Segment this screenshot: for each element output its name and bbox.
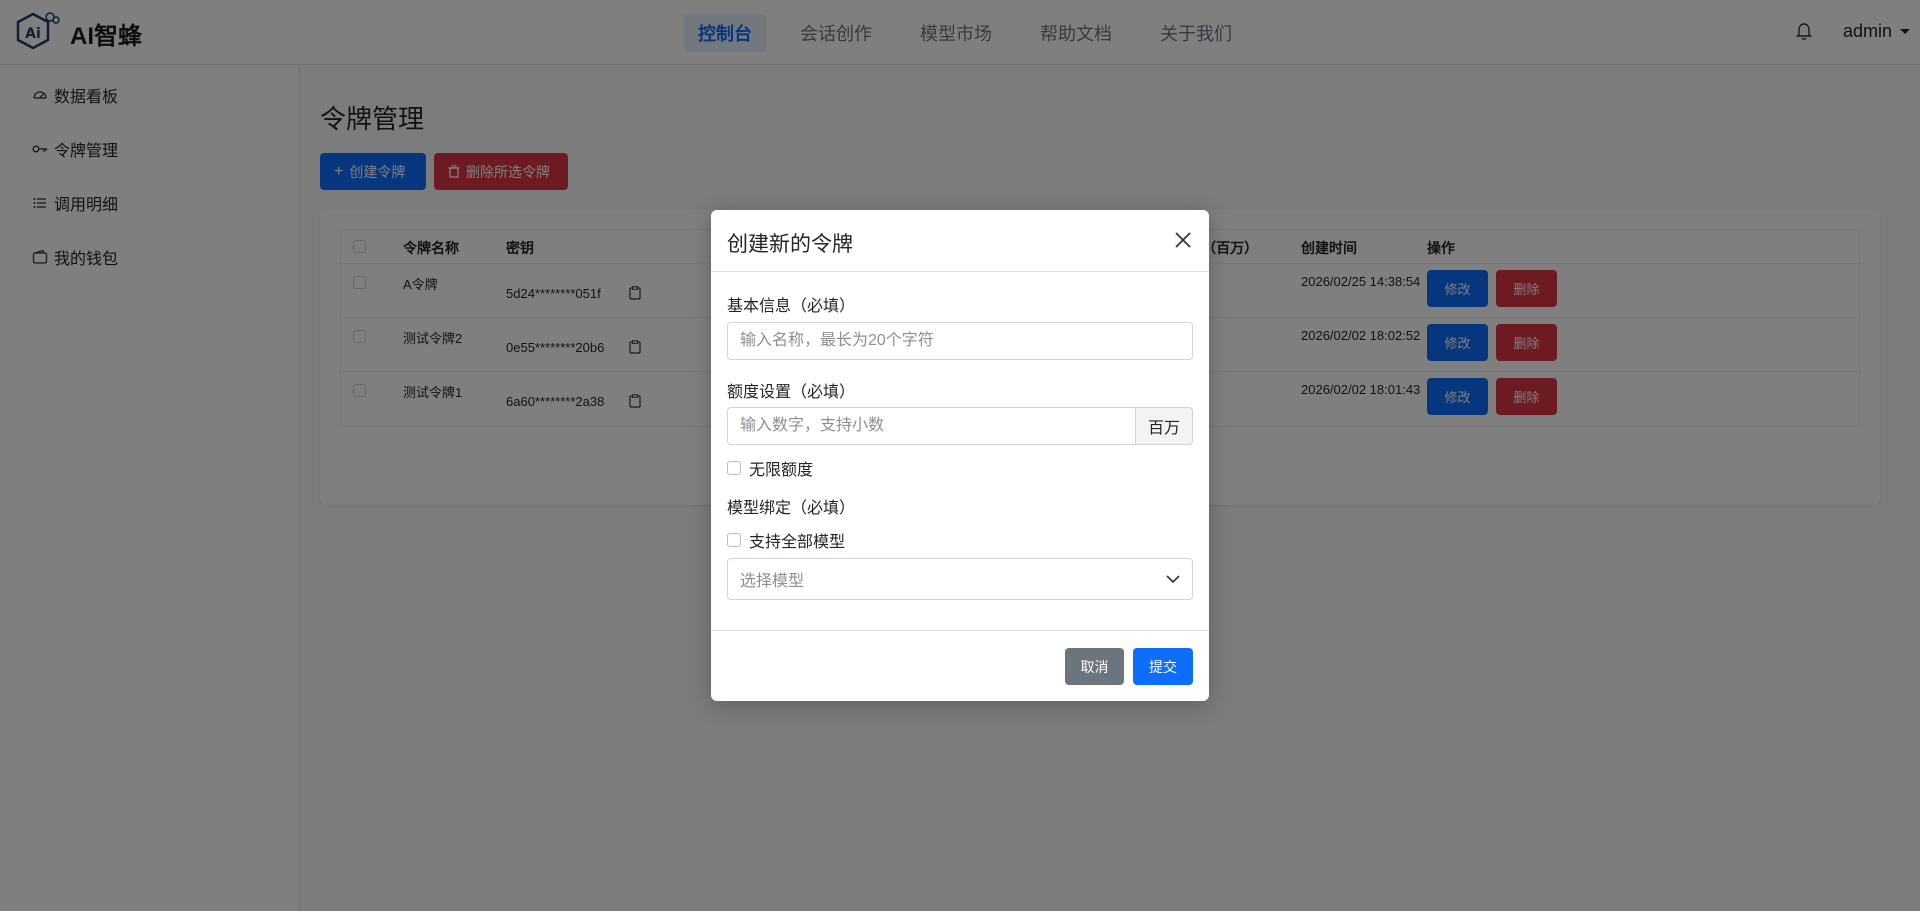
model-select-placeholder: 选择模型: [740, 573, 805, 590]
quota-input-group: 百万: [727, 407, 1193, 445]
quota-unit: 百万: [1136, 407, 1193, 445]
modal-header: 创建新的令牌: [711, 210, 1209, 272]
quota-label: 额度设置（必填）: [727, 384, 856, 401]
unlimited-quota-label: 无限额度: [749, 462, 814, 479]
basic-info-label: 基本信息（必填）: [727, 298, 856, 315]
model-binding-label: 模型绑定（必填）: [727, 500, 856, 517]
cancel-button[interactable]: 取消: [1065, 648, 1124, 685]
checkbox-box[interactable]: [727, 461, 741, 475]
close-icon[interactable]: [1173, 230, 1193, 250]
unlimited-quota-checkbox[interactable]: 无限额度: [727, 456, 813, 480]
model-select[interactable]: 选择模型: [727, 558, 1193, 600]
all-models-checkbox[interactable]: 支持全部模型: [727, 528, 845, 552]
all-models-label: 支持全部模型: [749, 534, 846, 551]
quota-input[interactable]: [727, 407, 1136, 445]
modal-footer: 取消 提交: [711, 630, 1209, 701]
checkbox-box[interactable]: [727, 533, 741, 547]
create-token-modal: 创建新的令牌 基本信息（必填） 额度设置（必填） 百万 无限额度 模型绑定（必填…: [711, 210, 1209, 701]
submit-button[interactable]: 提交: [1133, 648, 1193, 685]
chevron-down-icon: [1166, 574, 1180, 583]
token-name-input[interactable]: [727, 322, 1193, 360]
modal-title: 创建新的令牌: [727, 233, 853, 256]
